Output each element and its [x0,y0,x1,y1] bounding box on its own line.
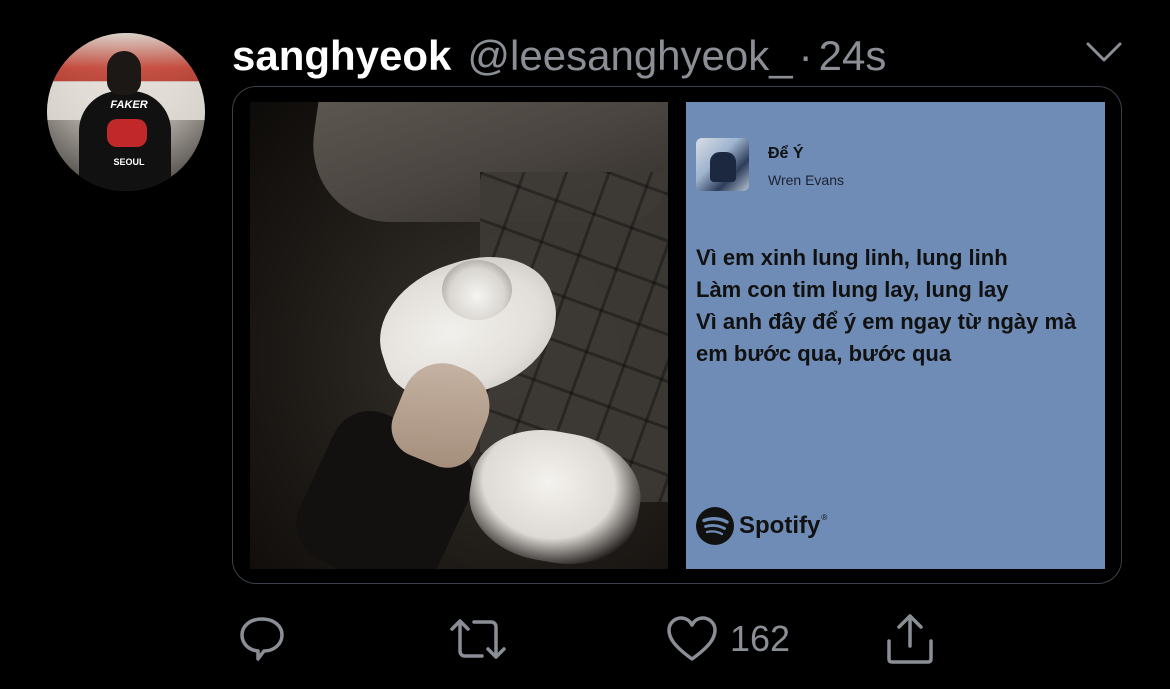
lyric-line: Vì anh đây để ý em ngay từ ngày mà [696,309,1077,334]
tweet-media-card[interactable]: Để Ý Wren Evans Vì em xinh lung linh, lu… [232,86,1122,584]
retweet-button[interactable] [448,610,508,668]
like-button[interactable]: 162 [666,610,790,668]
avatar-jacket-subtext: SEOUL [113,157,145,167]
tweet-timestamp[interactable]: 24s [819,32,887,80]
avatar-mask-graphic [107,119,147,147]
spotify-logo-icon [696,507,734,545]
user-handle[interactable]: @leesanghyeok_ [467,32,792,80]
chevron-down-icon[interactable] [1086,40,1122,64]
display-name[interactable]: sanghyeok [232,32,451,80]
lyric-line: Làm con tim lung lay, lung lay [696,277,1009,302]
retweet-icon [448,613,508,665]
lyric-line: em bước qua, bước qua [696,341,952,366]
song-title: Để Ý [768,145,804,162]
lyrics-block: Vì em xinh lung linh, lung linh Làm con … [696,242,1101,370]
album-cover [696,138,749,191]
cat-photo[interactable] [250,102,668,569]
like-count: 162 [730,618,791,659]
spotify-lyrics-card[interactable]: Để Ý Wren Evans Vì em xinh lung linh, lu… [686,102,1105,569]
avatar-head [107,51,141,95]
separator-dot: · [798,32,813,79]
spotify-registered-mark: ® [821,513,828,522]
heart-icon [666,615,718,663]
reply-icon [238,613,286,665]
artist-name: Wren Evans [768,172,844,188]
tweet-action-bar: 162 [0,610,1170,670]
share-icon [884,613,936,665]
spotify-branding: Spotify ® [696,507,827,545]
tweet-header: sanghyeok @leesanghyeok_ · 24s [232,28,886,84]
reply-button[interactable] [238,610,286,668]
avatar-jacket-text: FAKER [110,99,148,111]
spotify-wordmark: Spotify [739,512,821,539]
share-button[interactable] [884,610,936,668]
lyric-line: Vì em xinh lung linh, lung linh [696,245,1008,270]
profile-avatar[interactable]: FAKER SEOUL [47,33,205,191]
photo-cat-head [442,260,512,320]
